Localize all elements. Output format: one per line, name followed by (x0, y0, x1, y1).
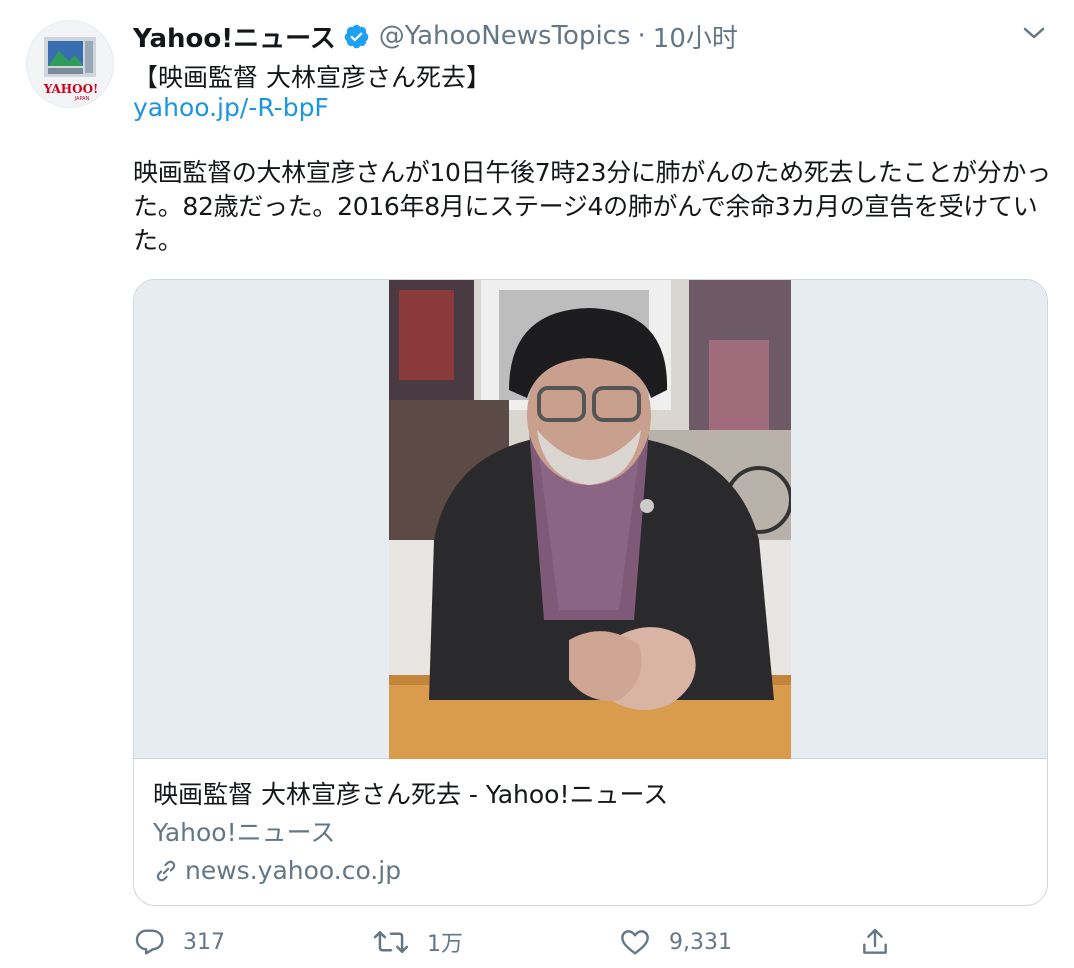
retweet-count: 1万 (427, 932, 463, 957)
retweet-icon (373, 931, 409, 953)
tweet-action-bar: 317 1万 9,331 (133, 922, 1033, 962)
card-domain-text: news.yahoo.co.jp (185, 856, 402, 885)
tweet-timestamp[interactable]: 10小时 (653, 18, 738, 55)
avatar-logo-text: YAHOO! (43, 82, 99, 96)
share-button[interactable] (859, 922, 909, 962)
yahoo-news-logo-icon: YAHOO! JAPAN (43, 37, 99, 102)
card-media (134, 280, 1047, 759)
reply-icon (135, 929, 164, 955)
card-domain: news.yahoo.co.jp (153, 854, 401, 888)
avatar-logo-subtext: JAPAN (74, 96, 90, 102)
reply-count: 317 (183, 929, 225, 955)
tweet-short-link[interactable]: yahoo.jp/-R-bpF (133, 90, 329, 126)
portrait-photo (389, 280, 791, 759)
tweet-body: 映画監督の大林宣彦さんが10日午後7時23分に肺がんのため死去したことが分かった… (133, 158, 1051, 255)
card-photo (389, 280, 791, 759)
like-icon (621, 930, 649, 955)
like-button[interactable]: 9,331 (619, 922, 732, 962)
verified-badge-icon (344, 24, 369, 48)
separator-dot: · (637, 21, 646, 51)
author-name[interactable]: Yahoo!ニュース (133, 18, 336, 55)
chevron-down-icon[interactable] (1020, 22, 1048, 44)
retweet-button[interactable]: 1万 (373, 922, 463, 962)
share-icon (863, 928, 887, 954)
link-icon (156, 860, 176, 882)
author-handle[interactable]: @YahooNewsTopics (379, 21, 631, 51)
card-title[interactable]: 映画監督 大林宣彦さん死去 - Yahoo!ニュース (153, 778, 668, 812)
tweet-header: Yahoo!ニュース @YahooNewsTopics · 10小时 (133, 16, 738, 56)
link-preview-card[interactable]: 映画監督 大林宣彦さん死去 - Yahoo!ニュース Yahoo!ニュース ne… (133, 279, 1048, 906)
reply-button[interactable]: 317 (133, 922, 225, 962)
author-avatar[interactable]: YAHOO! JAPAN (26, 20, 114, 108)
card-description: Yahoo!ニュース (153, 818, 336, 847)
like-count: 9,331 (669, 929, 732, 955)
